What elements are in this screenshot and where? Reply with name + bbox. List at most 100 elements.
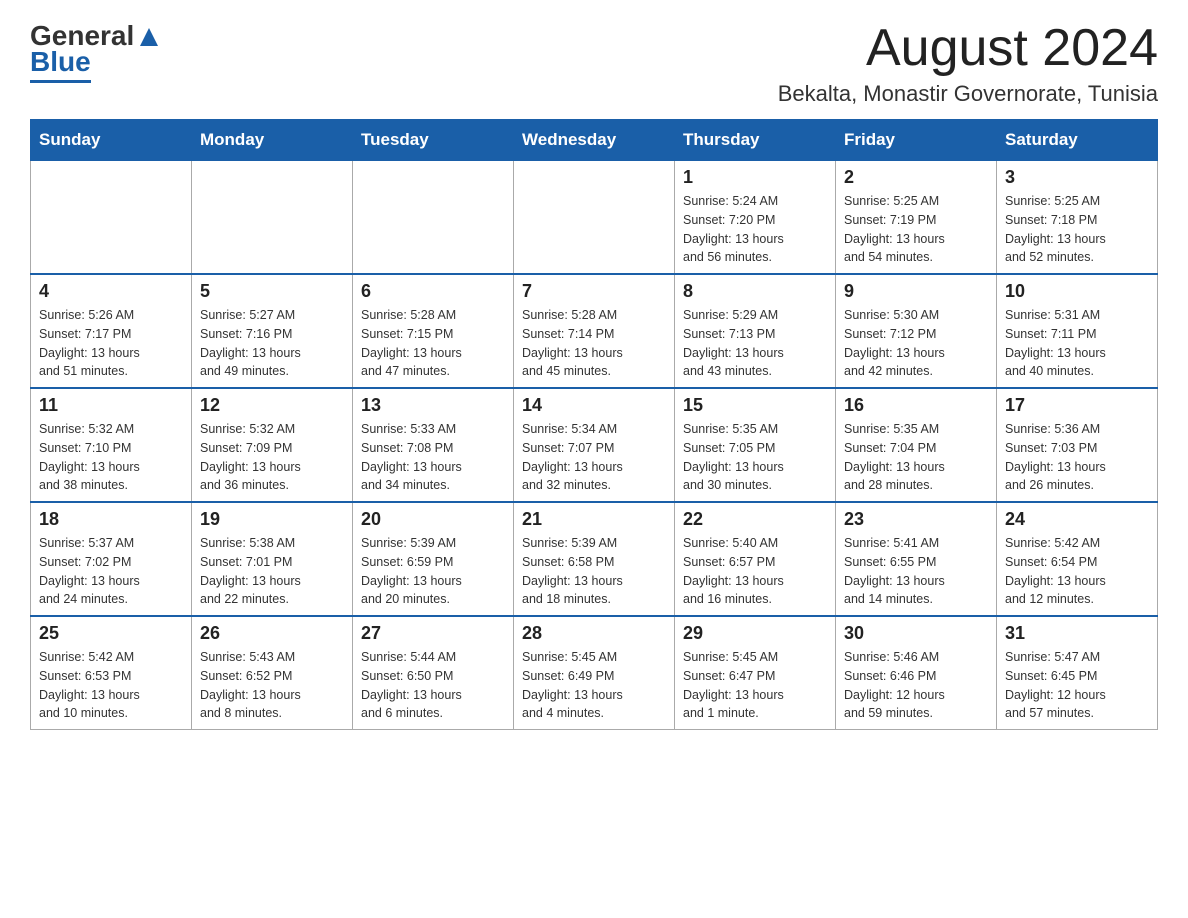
day-info: Sunrise: 5:35 AM Sunset: 7:04 PM Dayligh… xyxy=(844,420,988,495)
day-info: Sunrise: 5:42 AM Sunset: 6:54 PM Dayligh… xyxy=(1005,534,1149,609)
calendar-header-sunday: Sunday xyxy=(31,120,192,161)
calendar-day-cell: 13 Sunrise: 5:33 AM Sunset: 7:08 PM Dayli… xyxy=(353,388,514,502)
day-number: 21 xyxy=(522,509,666,530)
day-number: 31 xyxy=(1005,623,1149,644)
day-info: Sunrise: 5:33 AM Sunset: 7:08 PM Dayligh… xyxy=(361,420,505,495)
calendar-day-cell: 28Sunrise: 5:45 AM Sunset: 6:49 PM Dayli… xyxy=(514,616,675,730)
day-number: 22 xyxy=(683,509,827,530)
calendar-day-cell: 11 Sunrise: 5:32 AM Sunset: 7:10 PM Dayli… xyxy=(31,388,192,502)
calendar-day-cell: 8 Sunrise: 5:29 AM Sunset: 7:13 PM Daylig… xyxy=(675,274,836,388)
day-number: 12 xyxy=(200,395,344,416)
location-title: Bekalta, Monastir Governorate, Tunisia xyxy=(778,81,1158,107)
calendar-day-cell: 31 Sunrise: 5:47 AM Sunset: 6:45 PM Dayli… xyxy=(997,616,1158,730)
calendar-week-row: 18 Sunrise: 5:37 AM Sunset: 7:02 PM Dayli… xyxy=(31,502,1158,616)
day-info: Sunrise: 5:25 AM Sunset: 7:19 PM Dayligh… xyxy=(844,192,988,267)
day-info: Sunrise: 5:29 AM Sunset: 7:13 PM Dayligh… xyxy=(683,306,827,381)
day-info: Sunrise: 5:42 AM Sunset: 6:53 PM Dayligh… xyxy=(39,648,183,723)
day-info: Sunrise: 5:35 AM Sunset: 7:05 PM Dayligh… xyxy=(683,420,827,495)
day-info: Sunrise: 5:24 AM Sunset: 7:20 PM Dayligh… xyxy=(683,192,827,267)
day-info: Sunrise: 5:26 AM Sunset: 7:17 PM Dayligh… xyxy=(39,306,183,381)
calendar-day-cell: 15 Sunrise: 5:35 AM Sunset: 7:05 PM Dayli… xyxy=(675,388,836,502)
day-number: 3 xyxy=(1005,167,1149,188)
day-info: Sunrise: 5:43 AM Sunset: 6:52 PM Dayligh… xyxy=(200,648,344,723)
day-info: Sunrise: 5:25 AM Sunset: 7:18 PM Dayligh… xyxy=(1005,192,1149,267)
day-number: 15 xyxy=(683,395,827,416)
day-number: 16 xyxy=(844,395,988,416)
day-info: Sunrise: 5:34 AM Sunset: 7:07 PM Dayligh… xyxy=(522,420,666,495)
day-info: Sunrise: 5:46 AM Sunset: 6:46 PM Dayligh… xyxy=(844,648,988,723)
day-info: Sunrise: 5:27 AM Sunset: 7:16 PM Dayligh… xyxy=(200,306,344,381)
day-number: 18 xyxy=(39,509,183,530)
day-number: 29 xyxy=(683,623,827,644)
calendar-week-row: 25 Sunrise: 5:42 AM Sunset: 6:53 PM Dayli… xyxy=(31,616,1158,730)
calendar-day-cell: 2 Sunrise: 5:25 AM Sunset: 7:19 PM Daylig… xyxy=(836,161,997,275)
day-info: Sunrise: 5:30 AM Sunset: 7:12 PM Dayligh… xyxy=(844,306,988,381)
calendar-day-cell: 9 Sunrise: 5:30 AM Sunset: 7:12 PM Daylig… xyxy=(836,274,997,388)
day-info: Sunrise: 5:41 AM Sunset: 6:55 PM Dayligh… xyxy=(844,534,988,609)
calendar-day-cell: 19Sunrise: 5:38 AM Sunset: 7:01 PM Dayli… xyxy=(192,502,353,616)
calendar-day-cell: 25 Sunrise: 5:42 AM Sunset: 6:53 PM Dayli… xyxy=(31,616,192,730)
calendar-header-friday: Friday xyxy=(836,120,997,161)
logo: General Blue xyxy=(30,20,160,83)
day-info: Sunrise: 5:32 AM Sunset: 7:10 PM Dayligh… xyxy=(39,420,183,495)
calendar-day-cell: 16 Sunrise: 5:35 AM Sunset: 7:04 PM Dayli… xyxy=(836,388,997,502)
calendar-day-cell: 29Sunrise: 5:45 AM Sunset: 6:47 PM Dayli… xyxy=(675,616,836,730)
calendar-day-cell: 7Sunrise: 5:28 AM Sunset: 7:14 PM Daylig… xyxy=(514,274,675,388)
day-info: Sunrise: 5:38 AM Sunset: 7:01 PM Dayligh… xyxy=(200,534,344,609)
day-number: 2 xyxy=(844,167,988,188)
day-number: 30 xyxy=(844,623,988,644)
day-number: 20 xyxy=(361,509,505,530)
day-number: 5 xyxy=(200,281,344,302)
day-number: 14 xyxy=(522,395,666,416)
day-info: Sunrise: 5:32 AM Sunset: 7:09 PM Dayligh… xyxy=(200,420,344,495)
day-number: 25 xyxy=(39,623,183,644)
calendar-week-row: 1 Sunrise: 5:24 AM Sunset: 7:20 PM Daylig… xyxy=(31,161,1158,275)
calendar-header-tuesday: Tuesday xyxy=(353,120,514,161)
day-info: Sunrise: 5:36 AM Sunset: 7:03 PM Dayligh… xyxy=(1005,420,1149,495)
calendar-header-saturday: Saturday xyxy=(997,120,1158,161)
day-info: Sunrise: 5:31 AM Sunset: 7:11 PM Dayligh… xyxy=(1005,306,1149,381)
day-info: Sunrise: 5:39 AM Sunset: 6:58 PM Dayligh… xyxy=(522,534,666,609)
calendar-day-cell: 26 Sunrise: 5:43 AM Sunset: 6:52 PM Dayli… xyxy=(192,616,353,730)
calendar-day-cell: 23Sunrise: 5:41 AM Sunset: 6:55 PM Dayli… xyxy=(836,502,997,616)
calendar-day-cell xyxy=(192,161,353,275)
title-area: August 2024 Bekalta, Monastir Governorat… xyxy=(778,20,1158,107)
day-info: Sunrise: 5:28 AM Sunset: 7:15 PM Dayligh… xyxy=(361,306,505,381)
day-number: 10 xyxy=(1005,281,1149,302)
calendar-table: SundayMondayTuesdayWednesdayThursdayFrid… xyxy=(30,119,1158,730)
day-number: 17 xyxy=(1005,395,1149,416)
calendar-day-cell: 24 Sunrise: 5:42 AM Sunset: 6:54 PM Dayli… xyxy=(997,502,1158,616)
calendar-day-cell: 18 Sunrise: 5:37 AM Sunset: 7:02 PM Dayli… xyxy=(31,502,192,616)
calendar-day-cell: 22 Sunrise: 5:40 AM Sunset: 6:57 PM Dayli… xyxy=(675,502,836,616)
day-info: Sunrise: 5:47 AM Sunset: 6:45 PM Dayligh… xyxy=(1005,648,1149,723)
day-number: 6 xyxy=(361,281,505,302)
calendar-header-wednesday: Wednesday xyxy=(514,120,675,161)
day-number: 1 xyxy=(683,167,827,188)
calendar-day-cell: 3 Sunrise: 5:25 AM Sunset: 7:18 PM Daylig… xyxy=(997,161,1158,275)
calendar-day-cell: 10 Sunrise: 5:31 AM Sunset: 7:11 PM Dayli… xyxy=(997,274,1158,388)
calendar-day-cell: 4 Sunrise: 5:26 AM Sunset: 7:17 PM Daylig… xyxy=(31,274,192,388)
day-number: 24 xyxy=(1005,509,1149,530)
day-number: 4 xyxy=(39,281,183,302)
day-number: 8 xyxy=(683,281,827,302)
calendar-day-cell xyxy=(353,161,514,275)
day-number: 11 xyxy=(39,395,183,416)
day-number: 28 xyxy=(522,623,666,644)
calendar-day-cell: 30 Sunrise: 5:46 AM Sunset: 6:46 PM Dayli… xyxy=(836,616,997,730)
day-number: 26 xyxy=(200,623,344,644)
day-info: Sunrise: 5:28 AM Sunset: 7:14 PM Dayligh… xyxy=(522,306,666,381)
calendar-day-cell: 27Sunrise: 5:44 AM Sunset: 6:50 PM Dayli… xyxy=(353,616,514,730)
calendar-day-cell: 14 Sunrise: 5:34 AM Sunset: 7:07 PM Dayli… xyxy=(514,388,675,502)
day-number: 13 xyxy=(361,395,505,416)
calendar-day-cell: 12 Sunrise: 5:32 AM Sunset: 7:09 PM Dayli… xyxy=(192,388,353,502)
month-title: August 2024 xyxy=(778,20,1158,77)
day-info: Sunrise: 5:37 AM Sunset: 7:02 PM Dayligh… xyxy=(39,534,183,609)
day-number: 9 xyxy=(844,281,988,302)
page-header: General Blue August 2024 Bekalta, Monast… xyxy=(30,20,1158,107)
calendar-day-cell: 5 Sunrise: 5:27 AM Sunset: 7:16 PM Daylig… xyxy=(192,274,353,388)
calendar-day-cell xyxy=(514,161,675,275)
day-info: Sunrise: 5:40 AM Sunset: 6:57 PM Dayligh… xyxy=(683,534,827,609)
calendar-day-cell: 21 Sunrise: 5:39 AM Sunset: 6:58 PM Dayli… xyxy=(514,502,675,616)
calendar-week-row: 4 Sunrise: 5:26 AM Sunset: 7:17 PM Daylig… xyxy=(31,274,1158,388)
logo-blue-text: Blue xyxy=(30,46,91,83)
